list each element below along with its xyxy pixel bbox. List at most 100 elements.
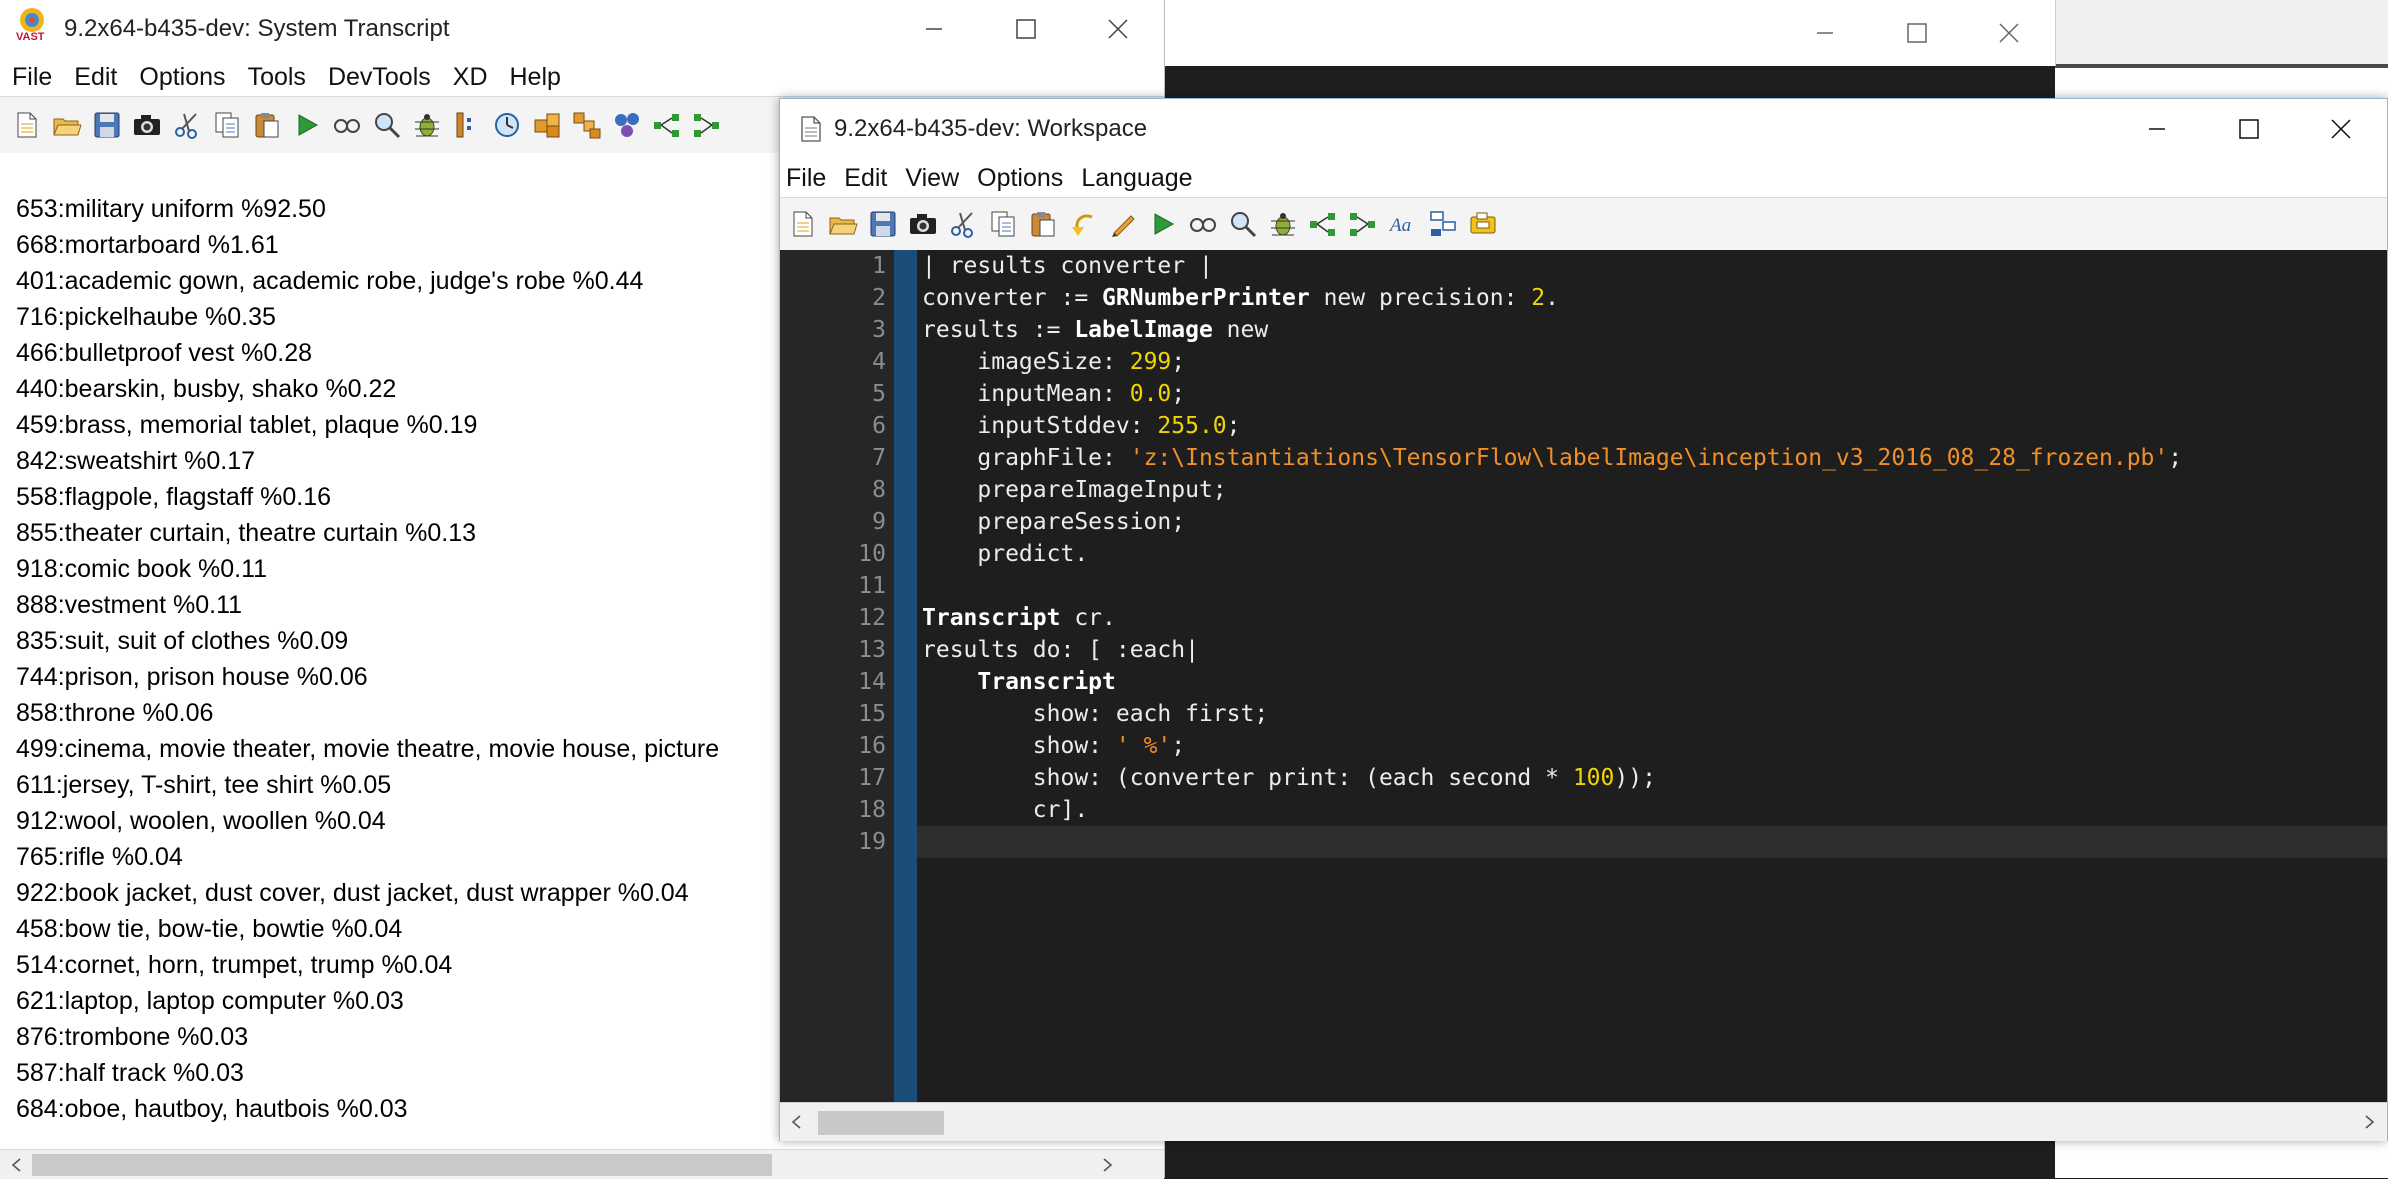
browser-button[interactable] bbox=[452, 110, 482, 140]
menu-tools[interactable]: Tools bbox=[248, 63, 306, 92]
background-window-titlebar[interactable] bbox=[1160, 0, 2056, 66]
minimize-button[interactable] bbox=[2111, 99, 2203, 159]
workspace-titlebar[interactable]: 9.2x64-b435-dev: Workspace bbox=[780, 99, 2387, 159]
camera-button[interactable] bbox=[132, 110, 162, 140]
scrollbar-thumb[interactable] bbox=[32, 1154, 772, 1176]
menu-view[interactable]: View bbox=[905, 164, 959, 193]
code-line: inputStddev: 255.0; bbox=[922, 410, 2387, 442]
menu-options[interactable]: Options bbox=[139, 63, 225, 92]
code-token: cr]. bbox=[922, 797, 1089, 823]
close-button[interactable] bbox=[2295, 99, 2387, 159]
paste-button[interactable] bbox=[1028, 209, 1058, 239]
comment-button[interactable] bbox=[1468, 209, 1498, 239]
code-line: results := LabelImage new bbox=[922, 314, 2387, 346]
search-button[interactable] bbox=[1228, 209, 1258, 239]
undo-button[interactable] bbox=[1068, 209, 1098, 239]
camera-icon bbox=[134, 115, 160, 135]
menu-language[interactable]: Language bbox=[1081, 164, 1192, 193]
package-button[interactable] bbox=[532, 110, 562, 140]
menu-xd[interactable]: XD bbox=[453, 63, 488, 92]
minimize-button[interactable] bbox=[888, 0, 980, 58]
pencil-icon bbox=[1112, 215, 1135, 237]
horizontal-scrollbar[interactable] bbox=[0, 1149, 1164, 1179]
menu-file[interactable]: File bbox=[12, 63, 52, 92]
code-token: inputStddev: bbox=[922, 413, 1158, 439]
code-editor[interactable]: 1 2 3 4 5 6 7 8 9 10 11 12 13 14 15 16 17 18 19 | results … bbox=[780, 250, 2387, 1102]
line-number: 10 bbox=[858, 541, 886, 567]
hierarchy2-button[interactable] bbox=[692, 110, 722, 140]
copy-button[interactable] bbox=[212, 110, 242, 140]
maximize-button[interactable] bbox=[2203, 99, 2295, 159]
close-button[interactable] bbox=[1963, 0, 2055, 66]
font-button[interactable]: Aa bbox=[1388, 209, 1418, 239]
scissors-button[interactable] bbox=[948, 209, 978, 239]
menu-help[interactable]: Help bbox=[510, 63, 561, 92]
hierarchy-button[interactable] bbox=[652, 110, 682, 140]
debug-bug-button[interactable] bbox=[1268, 209, 1298, 239]
scroll-right-icon[interactable] bbox=[2362, 1114, 2376, 1130]
open-folder-button[interactable] bbox=[52, 110, 82, 140]
inspect-button[interactable] bbox=[332, 110, 362, 140]
new-file-button[interactable] bbox=[788, 209, 818, 239]
scrollbar-thumb[interactable] bbox=[818, 1111, 944, 1135]
maximize-button[interactable] bbox=[980, 0, 1072, 58]
browser-icon bbox=[456, 112, 471, 138]
menu-file[interactable]: File bbox=[786, 164, 826, 193]
maximize-button[interactable] bbox=[1871, 0, 1963, 66]
code-line: imageSize: 299; bbox=[922, 346, 2387, 378]
code-line: converter := GRNumberPrinter new precisi… bbox=[922, 282, 2387, 314]
camera-button[interactable] bbox=[908, 209, 938, 239]
workspace-window: 9.2x64-b435-dev: Workspace File Edit Vie… bbox=[779, 98, 2388, 1141]
new-file-button[interactable] bbox=[12, 110, 42, 140]
menu-edit[interactable]: Edit bbox=[844, 164, 887, 193]
code-line: results do: [ :each| bbox=[922, 634, 2387, 666]
horizontal-scrollbar[interactable] bbox=[780, 1102, 2387, 1141]
code-token: ; bbox=[1171, 733, 1186, 759]
minimize-button[interactable] bbox=[1779, 0, 1871, 66]
menu-edit[interactable]: Edit bbox=[74, 63, 117, 92]
scroll-left-icon[interactable] bbox=[10, 1157, 24, 1173]
open-folder-button[interactable] bbox=[828, 209, 858, 239]
scissors-button[interactable] bbox=[172, 110, 202, 140]
code-token: ; bbox=[1171, 381, 1186, 407]
clock-button[interactable] bbox=[492, 110, 522, 140]
line-number: 1 bbox=[872, 253, 886, 279]
transcript-titlebar[interactable]: VAST 9.2x64-b435-dev: System Transcript bbox=[0, 0, 1164, 58]
hierarchy2-button[interactable] bbox=[1348, 209, 1378, 239]
scroll-right-icon[interactable] bbox=[1100, 1157, 1114, 1173]
menu-options[interactable]: Options bbox=[977, 164, 1063, 193]
desktop-strip bbox=[2055, 0, 2388, 64]
close-button[interactable] bbox=[1072, 0, 1164, 58]
pencil-button[interactable] bbox=[1108, 209, 1138, 239]
scroll-left-icon[interactable] bbox=[790, 1114, 804, 1130]
inspect-button[interactable] bbox=[1188, 209, 1218, 239]
transcript-menubar: File Edit Options Tools DevTools XD Help bbox=[0, 58, 1164, 96]
app-icon-label: VAST bbox=[16, 31, 45, 43]
code-number: 255.0 bbox=[1157, 413, 1227, 439]
code-token: show: bbox=[922, 733, 1116, 759]
code-line: cr]. bbox=[922, 794, 2387, 826]
code-line bbox=[917, 826, 2387, 858]
code-area[interactable]: | results converter | converter := GRNumb… bbox=[917, 250, 2387, 858]
packages-button[interactable] bbox=[572, 110, 602, 140]
layout-button[interactable] bbox=[1428, 209, 1458, 239]
save-button[interactable] bbox=[92, 110, 122, 140]
line-number: 7 bbox=[872, 445, 886, 471]
run-button[interactable] bbox=[1148, 209, 1178, 239]
debug-bug-button[interactable] bbox=[412, 110, 442, 140]
hierarchy-button[interactable] bbox=[1308, 209, 1338, 239]
paste-icon bbox=[1031, 212, 1055, 237]
molecule-button[interactable] bbox=[612, 110, 642, 140]
paste-button[interactable] bbox=[252, 110, 282, 140]
line-number: 19 bbox=[858, 829, 886, 855]
search-button[interactable] bbox=[372, 110, 402, 140]
save-button[interactable] bbox=[868, 209, 898, 239]
run-button[interactable] bbox=[292, 110, 322, 140]
menu-devtools[interactable]: DevTools bbox=[328, 63, 431, 92]
line-number: 17 bbox=[858, 765, 886, 791]
copy-button[interactable] bbox=[988, 209, 1018, 239]
window-title: 9.2x64-b435-dev: System Transcript bbox=[64, 15, 450, 42]
code-token: cr. bbox=[1060, 605, 1116, 631]
search-icon bbox=[1231, 212, 1257, 238]
